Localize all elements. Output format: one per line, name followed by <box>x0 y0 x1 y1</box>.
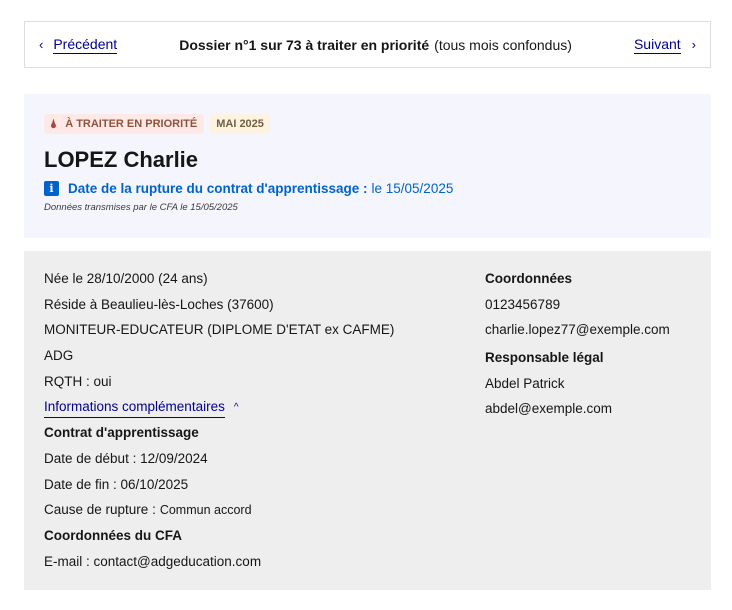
info-icon: i <box>44 181 59 196</box>
dossier-counter: Dossier n°1 sur 73 à traiter en priorité… <box>117 37 634 53</box>
organization: ADG <box>44 348 74 364</box>
drop-icon: 🌢 <box>50 116 58 131</box>
dossier-navigation: ‹ Précédent Dossier n°1 sur 73 à traiter… <box>24 21 711 68</box>
badge-row: 🌢 À TRAITER EN PRIORITÉ MAI 2025 <box>44 114 691 134</box>
contract-start-date: Date de début : 12/09/2024 <box>44 450 208 466</box>
dossier-counter-subtitle: (tous mois confondus) <box>434 36 572 53</box>
chevron-right-icon: › <box>691 37 696 52</box>
rupture-date: le 15/05/2025 <box>371 181 454 196</box>
rupture-cause-value: Commun accord <box>159 503 252 518</box>
rupture-cause: Cause de rupture : Commun accord <box>44 500 394 526</box>
diploma: MONITEUR-EDUCATEUR (DIPLOME D'ETAT ex CA… <box>44 322 395 338</box>
more-info-label: Informations complémentaires <box>44 397 225 419</box>
transmission-note: Données transmises par le CFA le 15/05/2… <box>44 202 238 213</box>
month-badge: MAI 2025 <box>210 114 270 134</box>
dossier-counter-title: Dossier n°1 sur 73 à traiter en priorité <box>179 36 430 53</box>
priority-badge: 🌢 À TRAITER EN PRIORITÉ <box>44 114 205 134</box>
residence: Réside à Beaulieu-lès-Loches (37600) <box>44 296 274 312</box>
legal-guardian-email: abdel@exemple.com <box>485 401 613 417</box>
birth-date: Née le 28/10/2000 (24 ans) <box>44 271 208 286</box>
details-left-column: Née le 28/10/2000 (24 ans) Réside à Beau… <box>44 269 394 577</box>
more-info-row: Informations complémentaires ^ <box>44 397 394 423</box>
rupture-info: i Date de la rupture du contrat d'appren… <box>44 181 691 196</box>
next-label: Suivant <box>633 35 681 54</box>
legal-guardian-name: Abdel Patrick <box>485 375 565 391</box>
rupture-label: Date de la rupture du contrat d'apprenti… <box>68 181 368 196</box>
previous-link[interactable]: ‹ Précédent <box>39 35 118 54</box>
details-right-column: Coordonnées 0123456789 charlie.lopez77@e… <box>485 269 670 425</box>
rqth: RQTH : oui <box>44 373 112 389</box>
rupture-cause-label: Cause de rupture : <box>44 502 156 518</box>
contact-heading: Coordonnées <box>485 271 573 286</box>
next-link[interactable]: Suivant › <box>633 35 696 54</box>
caret-up-icon: ^ <box>233 401 239 413</box>
legal-guardian-heading: Responsable légal <box>485 350 604 366</box>
chevron-left-icon: ‹ <box>39 37 44 52</box>
previous-label: Précédent <box>53 35 118 54</box>
person-name: LOPEZ Charlie <box>44 147 199 172</box>
more-info-toggle[interactable]: Informations complémentaires ^ <box>44 397 239 419</box>
contract-heading: Contrat d'apprentissage <box>44 425 199 441</box>
priority-card: 🌢 À TRAITER EN PRIORITÉ MAI 2025 LOPEZ C… <box>24 94 711 238</box>
contact-email: charlie.lopez77@exemple.com <box>485 322 670 338</box>
cfa-heading: Coordonnées du CFA <box>44 527 182 543</box>
details-panel: Née le 28/10/2000 (24 ans) Réside à Beau… <box>24 251 711 590</box>
cfa-email: E-mail : contact@adgeducation.com <box>44 553 262 569</box>
priority-badge-label: À TRAITER EN PRIORITÉ <box>65 118 198 130</box>
contract-end-date: Date de fin : 06/10/2025 <box>44 476 189 492</box>
contact-phone: 0123456789 <box>485 296 561 312</box>
